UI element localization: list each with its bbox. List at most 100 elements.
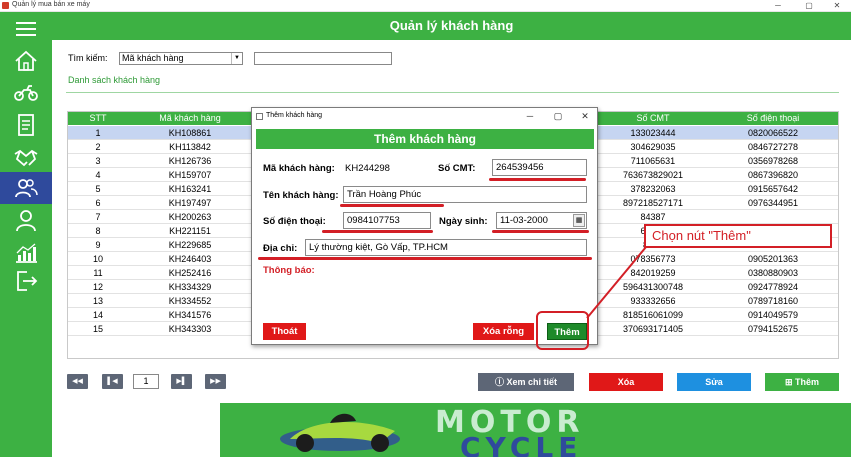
cell-stt: 8 xyxy=(95,226,101,236)
sidebar xyxy=(0,12,52,457)
column-header-cmt[interactable]: Số CMT xyxy=(598,112,708,125)
cell-cmt: 370693171405 xyxy=(622,324,684,334)
dialog-close-button[interactable]: ✕ xyxy=(575,110,595,122)
ngaysinh-field[interactable]: 11-03-2000 ▦ xyxy=(496,212,587,229)
cell-ma: KH343303 xyxy=(168,324,212,334)
column-header-sdt[interactable]: Số điện thoại xyxy=(708,112,838,125)
cell-stt: 11 xyxy=(93,268,103,278)
cell-stt: 12 xyxy=(92,282,103,292)
cell-sdt: 0905201363 xyxy=(747,254,799,264)
handshake-icon xyxy=(14,149,38,167)
cell-cmt: 818516061099 xyxy=(622,310,684,320)
window-titlebar: Quản lý mua bán xe máy ─ ▢ ✕ xyxy=(0,0,851,12)
cell-sdt: 0924778924 xyxy=(747,282,799,292)
sidebar-item-employee[interactable] xyxy=(0,206,52,236)
clear-button[interactable]: Xóa rỗng xyxy=(473,323,534,340)
hamburger-icon xyxy=(16,22,36,36)
delete-button[interactable]: Xóa xyxy=(589,373,663,391)
cell-cmt: 933332656 xyxy=(630,296,676,306)
callout-box: Chọn nút "Thêm" xyxy=(644,224,832,248)
cell-stt: 15 xyxy=(92,324,103,334)
cell-cmt: 897218527171 xyxy=(622,198,684,208)
page-number-input[interactable]: 1 xyxy=(133,374,159,389)
cell-sdt: 0846727278 xyxy=(747,142,799,152)
cell-cmt: 078356773 xyxy=(630,254,676,264)
sdt-field[interactable]: 0984107753 xyxy=(343,212,431,229)
dialog-app-icon xyxy=(256,113,263,120)
cell-cmt: 596431300748 xyxy=(622,282,684,292)
maximize-button[interactable]: ▢ xyxy=(798,0,820,12)
sidebar-item-customers[interactable] xyxy=(0,172,52,204)
dialog-maximize-button[interactable]: ▢ xyxy=(548,110,568,122)
search-field-select[interactable]: Mã khách hàng ▼ xyxy=(119,52,243,65)
first-page-button[interactable]: ◀◀ xyxy=(67,374,88,389)
add-button-label: Thêm xyxy=(795,377,820,387)
minimize-button[interactable]: ─ xyxy=(767,0,789,12)
cell-cmt: 711065631 xyxy=(630,156,676,166)
search-input[interactable] xyxy=(254,52,392,65)
cell-sdt: 0356978268 xyxy=(747,156,799,166)
app-window: { "window": {"title": "Quản lý mua bán x… xyxy=(0,0,851,457)
cell-stt: 14 xyxy=(92,310,103,320)
prev-page-button[interactable]: ▌◀ xyxy=(102,374,123,389)
list-title: Danh sách khách hàng xyxy=(68,75,161,85)
cell-ma: KH197497 xyxy=(168,198,212,208)
dialog-minimize-button[interactable]: ─ xyxy=(520,110,540,122)
cell-sdt: 0794152675 xyxy=(747,324,799,334)
cell-sdt: 0914049579 xyxy=(747,310,799,320)
cell-stt: 10 xyxy=(92,254,103,264)
close-button[interactable]: ✕ xyxy=(826,0,848,12)
add-button[interactable]: ⊞ Thêm xyxy=(765,373,839,391)
cell-ma: KH334329 xyxy=(168,282,212,292)
sidebar-item-logout[interactable] xyxy=(0,266,52,296)
app-icon xyxy=(2,2,9,9)
cell-stt: 9 xyxy=(95,240,101,250)
next-page-button[interactable]: ▶▌ xyxy=(171,374,192,389)
calendar-icon[interactable]: ▦ xyxy=(573,214,585,227)
cell-stt: 7 xyxy=(95,212,101,222)
exit-button[interactable]: Thoát xyxy=(263,323,306,340)
sidebar-item-statistics[interactable] xyxy=(0,238,52,268)
detail-button[interactable]: ⓘ Xem chi tiết xyxy=(478,373,574,391)
column-header-ma[interactable]: Mã khách hàng xyxy=(128,112,252,125)
last-page-button[interactable]: ▶▶ xyxy=(205,374,226,389)
edit-button[interactable]: Sửa xyxy=(677,373,751,391)
cell-stt: 2 xyxy=(95,142,101,152)
sidebar-item-home[interactable] xyxy=(0,46,52,76)
window-title: Quản lý mua bán xe máy xyxy=(12,1,90,8)
cmt-field[interactable]: 264539456 xyxy=(492,159,587,176)
highlight-ring xyxy=(536,311,589,350)
cell-stt: 4 xyxy=(95,170,101,180)
column-header-stt[interactable]: STT xyxy=(68,112,128,125)
cell-ma: KH200263 xyxy=(168,212,212,222)
dialog-titlebar: Thêm khách hàng ─ ▢ ✕ xyxy=(252,108,597,125)
cell-cmt: 84387 xyxy=(640,212,666,222)
cmt-highlight xyxy=(489,178,586,181)
sidebar-item-invoice[interactable] xyxy=(0,110,52,140)
cmt-label: Số CMT: xyxy=(438,163,476,174)
add-customer-dialog: Thêm khách hàng ─ ▢ ✕ Thêm khách hàng Mã… xyxy=(251,107,598,345)
cell-ma: KH221151 xyxy=(169,226,211,236)
cell-cmt: 763673829021 xyxy=(622,170,684,180)
cell-sdt: 0789718160 xyxy=(747,296,799,306)
info-icon: ⓘ xyxy=(494,377,507,387)
sidebar-item-deals[interactable] xyxy=(0,142,52,172)
menu-toggle-button[interactable] xyxy=(0,16,52,42)
sdt-highlight xyxy=(322,230,433,233)
diachi-label: Địa chỉ: xyxy=(263,243,298,254)
cell-ma: KH341576 xyxy=(168,310,212,320)
diachi-highlight xyxy=(258,257,592,260)
user-icon xyxy=(16,210,36,232)
ma-value: KH244298 xyxy=(345,163,390,174)
ngaysinh-value: 11-03-2000 xyxy=(500,215,548,226)
cell-sdt: 0820066522 xyxy=(747,128,799,138)
cell-cmt: 133023444 xyxy=(630,128,676,138)
diachi-field[interactable]: Lý thường kiệt, Gò Vấp, TP.HCM xyxy=(305,239,587,256)
chevron-down-icon[interactable]: ▼ xyxy=(231,53,242,64)
sidebar-item-motorbike[interactable] xyxy=(0,78,52,108)
cell-sdt: 0976344951 xyxy=(747,198,799,208)
ten-field[interactable]: Trần Hoàng Phúc xyxy=(343,186,587,203)
cell-stt: 3 xyxy=(95,156,101,166)
dialog-window-title: Thêm khách hàng xyxy=(266,112,323,119)
thongbao-label: Thông báo: xyxy=(263,265,315,276)
